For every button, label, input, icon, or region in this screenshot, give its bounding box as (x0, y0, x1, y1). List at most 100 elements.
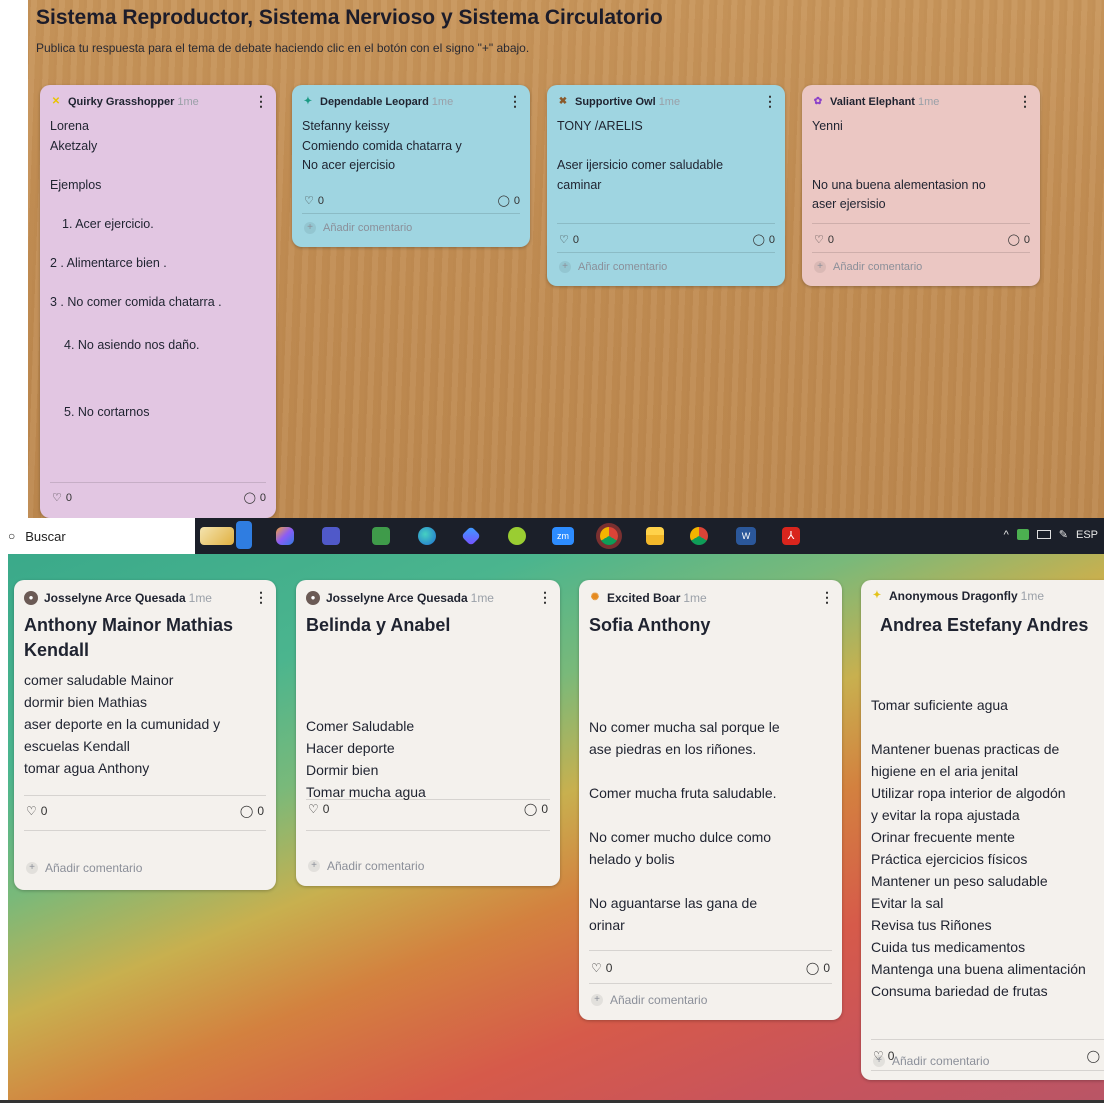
post-line (812, 137, 986, 157)
teams-icon[interactable] (322, 527, 340, 545)
comment-button[interactable]: ◯ 0 (806, 961, 830, 975)
left-edge-strip (0, 554, 8, 1103)
like-button[interactable]: ♡ 0 (26, 804, 47, 818)
more-options-icon[interactable]: ⋮ (254, 93, 268, 110)
post-divider (557, 223, 775, 224)
add-comment-button[interactable]: + Añadir comentario (814, 261, 922, 273)
post-card[interactable]: ✕ Quirky Grasshopper 1me ⋮ Lorena Aketza… (40, 85, 276, 518)
post-title-line: Andrea Estefany Andres (880, 615, 1089, 635)
taskbar-search[interactable]: ○ Buscar (0, 518, 195, 554)
comment-icon: ◯ (523, 802, 538, 816)
post-card[interactable]: ✦ Dependable Leopard 1me ⋮ Stefanny keis… (292, 85, 530, 247)
post-author: Quirky Grasshopper (68, 95, 175, 108)
post-divider (871, 1070, 1104, 1071)
plus-icon: + (304, 222, 316, 234)
post-card[interactable]: ✿ Valiant Elephant 1me ⋮ Yenni No una bu… (802, 85, 1040, 286)
comment-icon: ◯ (805, 961, 820, 975)
comment-count: 0 (823, 961, 830, 975)
like-button[interactable]: ♡ 0 (308, 802, 329, 816)
app-icon[interactable] (372, 527, 390, 545)
post-line: Stefanny keissy (302, 119, 390, 133)
more-options-icon[interactable]: ⋮ (763, 93, 777, 110)
comment-button[interactable]: ◯ 0 (240, 804, 264, 818)
post-line: 2 . Alimentarce bien . (50, 255, 167, 270)
frog-icon[interactable] (508, 527, 526, 545)
heart-icon: ♡ (814, 234, 824, 246)
like-button[interactable]: ♡ 0 (559, 233, 579, 247)
post-divider (302, 213, 520, 214)
notes-icon[interactable] (236, 521, 252, 549)
post-time: 1me (658, 95, 681, 108)
like-button[interactable]: ♡ 0 (304, 194, 324, 208)
like-count: 0 (65, 491, 72, 504)
copilot-icon[interactable] (276, 527, 294, 545)
more-options-icon[interactable]: ⋮ (254, 589, 268, 606)
comment-button[interactable]: ◯ 0 (1008, 233, 1030, 247)
edge-icon[interactable] (418, 527, 436, 545)
post-line: aser deporte en la cumunidad y (24, 716, 221, 732)
post-line (589, 870, 780, 892)
media-icon[interactable] (461, 526, 481, 546)
comment-icon: ◯ (497, 195, 510, 207)
post-card[interactable]: ✺ Excited Boar 1me ⋮ Sofia Anthony No co… (579, 580, 842, 1020)
post-line: Yenni (812, 119, 843, 133)
post-line: aser ejersisio (812, 197, 886, 211)
post-line (557, 137, 723, 157)
language-indicator[interactable]: ESP (1076, 529, 1098, 541)
add-comment-button[interactable]: + Añadir comentario (591, 993, 707, 1007)
like-button[interactable]: ♡ 0 (814, 233, 834, 247)
like-button[interactable]: ♡ 0 (591, 961, 612, 975)
more-options-icon[interactable]: ⋮ (820, 589, 834, 606)
post-line: Revisa tus Riñones (871, 917, 992, 933)
post-card[interactable]: ✦ Anonymous Dragonfly 1me Andrea Estefan… (861, 580, 1104, 1080)
post-body: Comer Saludable Hacer deporte Dormir bie… (306, 715, 426, 803)
post-card[interactable]: ● Josselyne Arce Quesada 1me ⋮ Belinda y… (296, 580, 560, 886)
leopard-icon: ✦ (303, 95, 313, 107)
add-comment-button[interactable]: + Añadir comentario (304, 222, 412, 234)
comment-button[interactable]: ◯ 0 (497, 194, 520, 208)
acrobat-icon[interactable]: ⅄ (782, 527, 800, 545)
heart-icon: ♡ (304, 195, 314, 207)
post-card[interactable]: ✖ Supportive Owl 1me ⋮ TONY /ARELIS Aser… (547, 85, 785, 286)
more-options-icon[interactable]: ⋮ (538, 589, 552, 606)
heart-icon: ♡ (591, 961, 602, 975)
add-comment-button[interactable]: + Añadir comentario (308, 859, 424, 873)
boar-icon: ✺ (590, 591, 600, 603)
post-line: 3 . No comer comida chatarra . (50, 294, 222, 309)
like-button[interactable]: ♡ 0 (52, 491, 72, 505)
add-comment-button[interactable]: + Añadir comentario (559, 261, 667, 273)
post-divider (812, 223, 1030, 224)
file-explorer-icon[interactable] (646, 527, 664, 545)
post-line: escuelas Kendall (24, 738, 130, 754)
notes-icon[interactable] (200, 527, 234, 545)
comment-icon: ◯ (752, 234, 765, 246)
search-label: Buscar (25, 528, 66, 544)
comment-button[interactable]: ◯ 0 (244, 491, 266, 505)
post-line (50, 355, 222, 375)
pen-icon[interactable]: ✎ (1059, 528, 1068, 541)
chevron-up-icon[interactable]: ^ (1004, 529, 1009, 541)
post-line: 4. No asiendo nos daño. (64, 337, 200, 352)
more-options-icon[interactable]: ⋮ (508, 93, 522, 110)
add-comment-label: Añadir comentario (323, 222, 413, 234)
post-time: 1me (188, 590, 212, 605)
add-comment-button[interactable]: + Añadir comentario (873, 1054, 989, 1068)
post-header: ✿ Valiant Elephant 1me ⋮ (812, 93, 1032, 110)
comment-button[interactable]: ◯ (1087, 1049, 1100, 1063)
post-title: Belinda y Anabel (306, 613, 450, 638)
chrome-profile-icon[interactable] (690, 527, 708, 545)
chrome-icon[interactable] (600, 527, 618, 545)
comment-button[interactable]: ◯ 0 (524, 802, 548, 816)
post-line: higiene en el aria jenital (871, 763, 1019, 779)
post-card[interactable]: ● Josselyne Arce Quesada 1me ⋮ Anthony M… (14, 580, 276, 890)
word-icon[interactable]: W (736, 527, 756, 545)
more-options-icon[interactable]: ⋮ (1018, 93, 1032, 110)
comment-button[interactable]: ◯ 0 (752, 233, 775, 247)
post-title-line: Sofia Anthony (589, 615, 711, 635)
battery-icon[interactable] (1036, 530, 1051, 539)
zoom-icon[interactable]: zm (552, 527, 574, 545)
post-time: 1me (917, 95, 940, 108)
add-comment-button[interactable]: + Añadir comentario (26, 861, 142, 875)
app-tray-icon[interactable] (1016, 529, 1029, 540)
padlet-board-bottom: ● Josselyne Arce Quesada 1me ⋮ Anthony M… (0, 554, 1104, 1103)
